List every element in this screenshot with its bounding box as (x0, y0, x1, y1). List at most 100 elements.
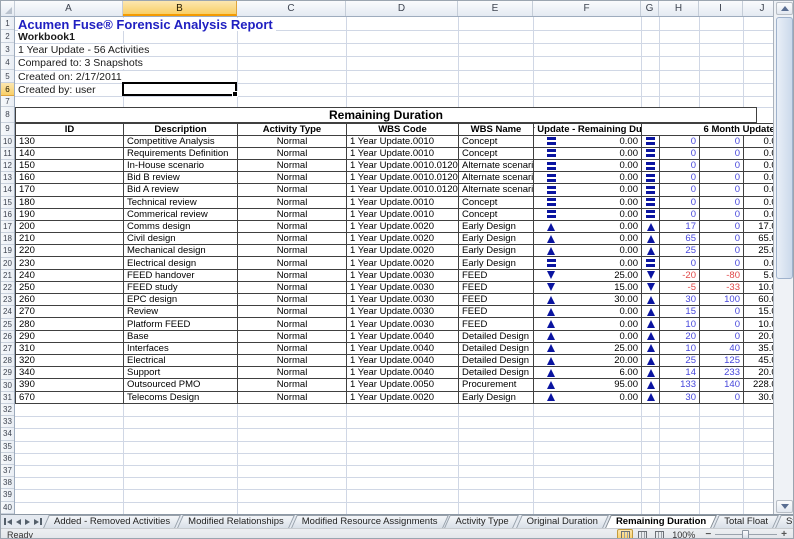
cell-base-value[interactable]: 25.00 (534, 343, 642, 355)
page-layout-view-button[interactable] (634, 529, 650, 539)
cell-new-value[interactable]: 15.00 (744, 306, 773, 318)
cell-wbs-name[interactable]: Concept (459, 148, 534, 160)
cell-pct-change[interactable]: 0 (700, 148, 744, 160)
cell-new-value[interactable]: 5.00 (744, 270, 773, 282)
column-header-H[interactable]: H (659, 1, 699, 16)
header-id[interactable]: ID (16, 123, 124, 136)
vertical-scrollbar-thumb[interactable] (776, 17, 793, 279)
cell-change[interactable]: 17 (660, 221, 700, 233)
cell-pct-change[interactable]: 140 (700, 379, 744, 391)
cell-trend-icon[interactable] (642, 221, 660, 233)
row-header-39[interactable]: 39 (1, 489, 14, 501)
column-header-C[interactable]: C (237, 1, 346, 16)
cell-wbs-code[interactable]: 1 Year Update.0010 (347, 209, 459, 221)
cell-trend-icon[interactable] (642, 160, 660, 172)
row-header-29[interactable]: 29 (1, 367, 14, 379)
cell-trend-icon[interactable] (642, 294, 660, 306)
cell-pct-change[interactable]: 0 (700, 221, 744, 233)
cell-change[interactable]: 15 (660, 306, 700, 318)
cell-trend-icon[interactable] (642, 257, 660, 269)
row-header-26[interactable]: 26 (1, 331, 14, 343)
cell-wbs-name[interactable]: Early Design (459, 221, 534, 233)
cell-id[interactable]: 190 (16, 209, 124, 221)
sheet-tab-remaining-duration[interactable]: Remaining Duration (607, 515, 715, 528)
cell-new-value[interactable]: 45.00 (744, 355, 773, 367)
cell-base-value[interactable]: 0.00 (534, 392, 642, 404)
row-header-24[interactable]: 24 (1, 306, 14, 318)
cell-wbs-name[interactable]: FEED (459, 270, 534, 282)
row-header-8[interactable]: 8 (1, 107, 14, 123)
sheet-tab-modified-resource-assignments[interactable]: Modified Resource Assignments (293, 515, 447, 528)
cell-change[interactable]: 0 (660, 172, 700, 184)
cell-description[interactable]: Requirements Definition (124, 148, 238, 160)
cell-base-value[interactable]: 0.00 (534, 233, 642, 245)
cell-wbs-code[interactable]: 1 Year Update.0020 (347, 233, 459, 245)
cell-base-value[interactable]: 6.00 (534, 367, 642, 379)
sheet-tab-total-float[interactable]: Total Float (715, 515, 777, 528)
cell-wbs-name[interactable]: Concept (459, 136, 534, 148)
row-header-15[interactable]: 15 (1, 197, 14, 209)
cell-new-value[interactable]: 20.00 (744, 367, 773, 379)
cell-change[interactable]: 0 (660, 184, 700, 196)
row-header-13[interactable]: 13 (1, 172, 14, 184)
row-header-31[interactable]: 31 (1, 392, 14, 404)
cell-trend-icon[interactable] (642, 331, 660, 343)
cell-description[interactable]: Mechanical design (124, 245, 238, 257)
cell-activity-type[interactable]: Normal (238, 172, 347, 184)
cell-id[interactable]: 160 (16, 172, 124, 184)
cell-description[interactable]: FEED handover (124, 270, 238, 282)
cell-new-value[interactable]: 0.00 (744, 148, 773, 160)
cell-new-value[interactable]: 65.00 (744, 233, 773, 245)
scroll-up-button[interactable] (776, 2, 793, 15)
cell-change[interactable]: 30 (660, 294, 700, 306)
cell-pct-change[interactable]: 0 (700, 257, 744, 269)
cell-pct-change[interactable]: 40 (700, 343, 744, 355)
row-header-12[interactable]: 12 (1, 160, 14, 172)
cell-change[interactable]: 14 (660, 367, 700, 379)
vertical-scrollbar[interactable] (773, 1, 794, 514)
created-on-line[interactable]: Created on: 2/17/2011 (18, 71, 125, 83)
cell-activity-type[interactable]: Normal (238, 270, 347, 282)
snapshot-line[interactable]: 1 Year Update - 56 Activities (18, 44, 152, 56)
cell-activity-type[interactable]: Normal (238, 221, 347, 233)
cell-base-value[interactable]: 15.00 (534, 282, 642, 294)
row-header-14[interactable]: 14 (1, 184, 14, 196)
cell-new-value[interactable]: 228.00 (744, 379, 773, 391)
header-activity-type[interactable]: Activity Type (238, 123, 347, 136)
cell-pct-change[interactable]: 125 (700, 355, 744, 367)
cell-trend-icon[interactable] (642, 209, 660, 221)
cell-description[interactable]: Electrical (124, 355, 238, 367)
cell-base-value[interactable]: 0.00 (534, 318, 642, 330)
cell-id[interactable]: 230 (16, 257, 124, 269)
cell-activity-type[interactable]: Normal (238, 282, 347, 294)
zoom-slider[interactable] (715, 530, 777, 539)
cell-id[interactable]: 260 (16, 294, 124, 306)
cell-pct-change[interactable]: 0 (700, 172, 744, 184)
cell-wbs-code[interactable]: 1 Year Update.0010 (347, 148, 459, 160)
cell-new-value[interactable]: 0.00 (744, 160, 773, 172)
column-header-G[interactable]: G (641, 1, 659, 16)
cell-wbs-name[interactable]: Early Design (459, 233, 534, 245)
workbook-name[interactable]: Workbook1 (18, 31, 78, 43)
cell-base-value[interactable]: 0.00 (534, 184, 642, 196)
cell-activity-type[interactable]: Normal (238, 331, 347, 343)
row-header-22[interactable]: 22 (1, 282, 14, 294)
cell-description[interactable]: Platform FEED (124, 318, 238, 330)
row-header-2[interactable]: 2 (1, 30, 14, 43)
header-description[interactable]: Description (124, 123, 238, 136)
header-group2[interactable]: 6 Month Update - Remaining Duration (642, 123, 773, 136)
cell-wbs-name[interactable]: Concept (459, 209, 534, 221)
cell-new-value[interactable]: 17.00 (744, 221, 773, 233)
cell-base-value[interactable]: 0.00 (534, 331, 642, 343)
cell-pct-change[interactable]: -80 (700, 270, 744, 282)
normal-view-button[interactable] (617, 529, 633, 539)
cell-wbs-name[interactable]: Detailed Design (459, 343, 534, 355)
cell-trend-icon[interactable] (642, 245, 660, 257)
cell-change[interactable]: 0 (660, 197, 700, 209)
cell-base-value[interactable]: 30.00 (534, 294, 642, 306)
cell-change[interactable]: 0 (660, 257, 700, 269)
cell-id[interactable]: 200 (16, 221, 124, 233)
next-sheet-button[interactable] (25, 517, 30, 527)
cell-base-value[interactable]: 0.00 (534, 245, 642, 257)
cell-wbs-code[interactable]: 1 Year Update.0020 (347, 245, 459, 257)
